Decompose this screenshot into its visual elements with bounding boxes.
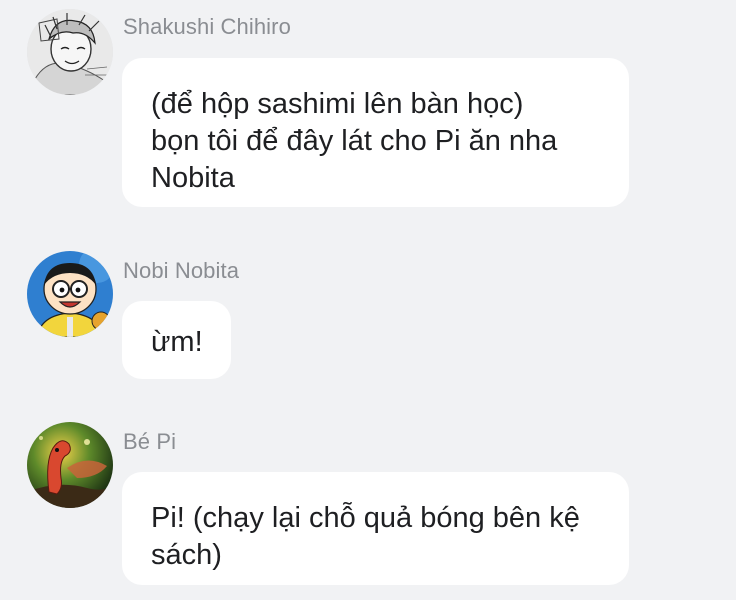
sender-name: Bé Pi bbox=[123, 429, 177, 454]
message-text-line: ừm! bbox=[151, 326, 203, 358]
message-text-line: bọn tôi để đây lát cho Pi ăn nha bbox=[151, 125, 558, 157]
chat-thread: Shakushi Chihiro (để hộp sashimi lên bàn… bbox=[0, 0, 736, 600]
sketch-portrait-avatar[interactable] bbox=[27, 9, 113, 95]
message-bubble[interactable]: Pi! (chạy lại chỗ quả bóng bên kệ sách) bbox=[122, 472, 629, 585]
cartoon-boy-icon bbox=[27, 251, 113, 337]
sender-name: Nobi Nobita bbox=[123, 258, 240, 283]
sender-name: Shakushi Chihiro bbox=[123, 14, 291, 39]
message-bubble[interactable]: ừm! bbox=[122, 301, 231, 379]
message-text-line: (để hộp sashimi lên bàn học) bbox=[151, 88, 524, 120]
sketch-portrait-icon bbox=[27, 9, 113, 95]
cartoon-boy-avatar[interactable] bbox=[27, 251, 113, 337]
dino-scene-avatar[interactable] bbox=[27, 422, 113, 508]
message-bubble[interactable]: (để hộp sashimi lên bàn học) bọn tôi để … bbox=[122, 58, 629, 207]
message-text-line: Nobita bbox=[151, 162, 235, 194]
message-text-line: Pi! (chạy lại chỗ quả bóng bên kệ bbox=[151, 502, 580, 534]
dino-scene-icon bbox=[27, 422, 113, 508]
message-text-line: sách) bbox=[151, 539, 222, 571]
